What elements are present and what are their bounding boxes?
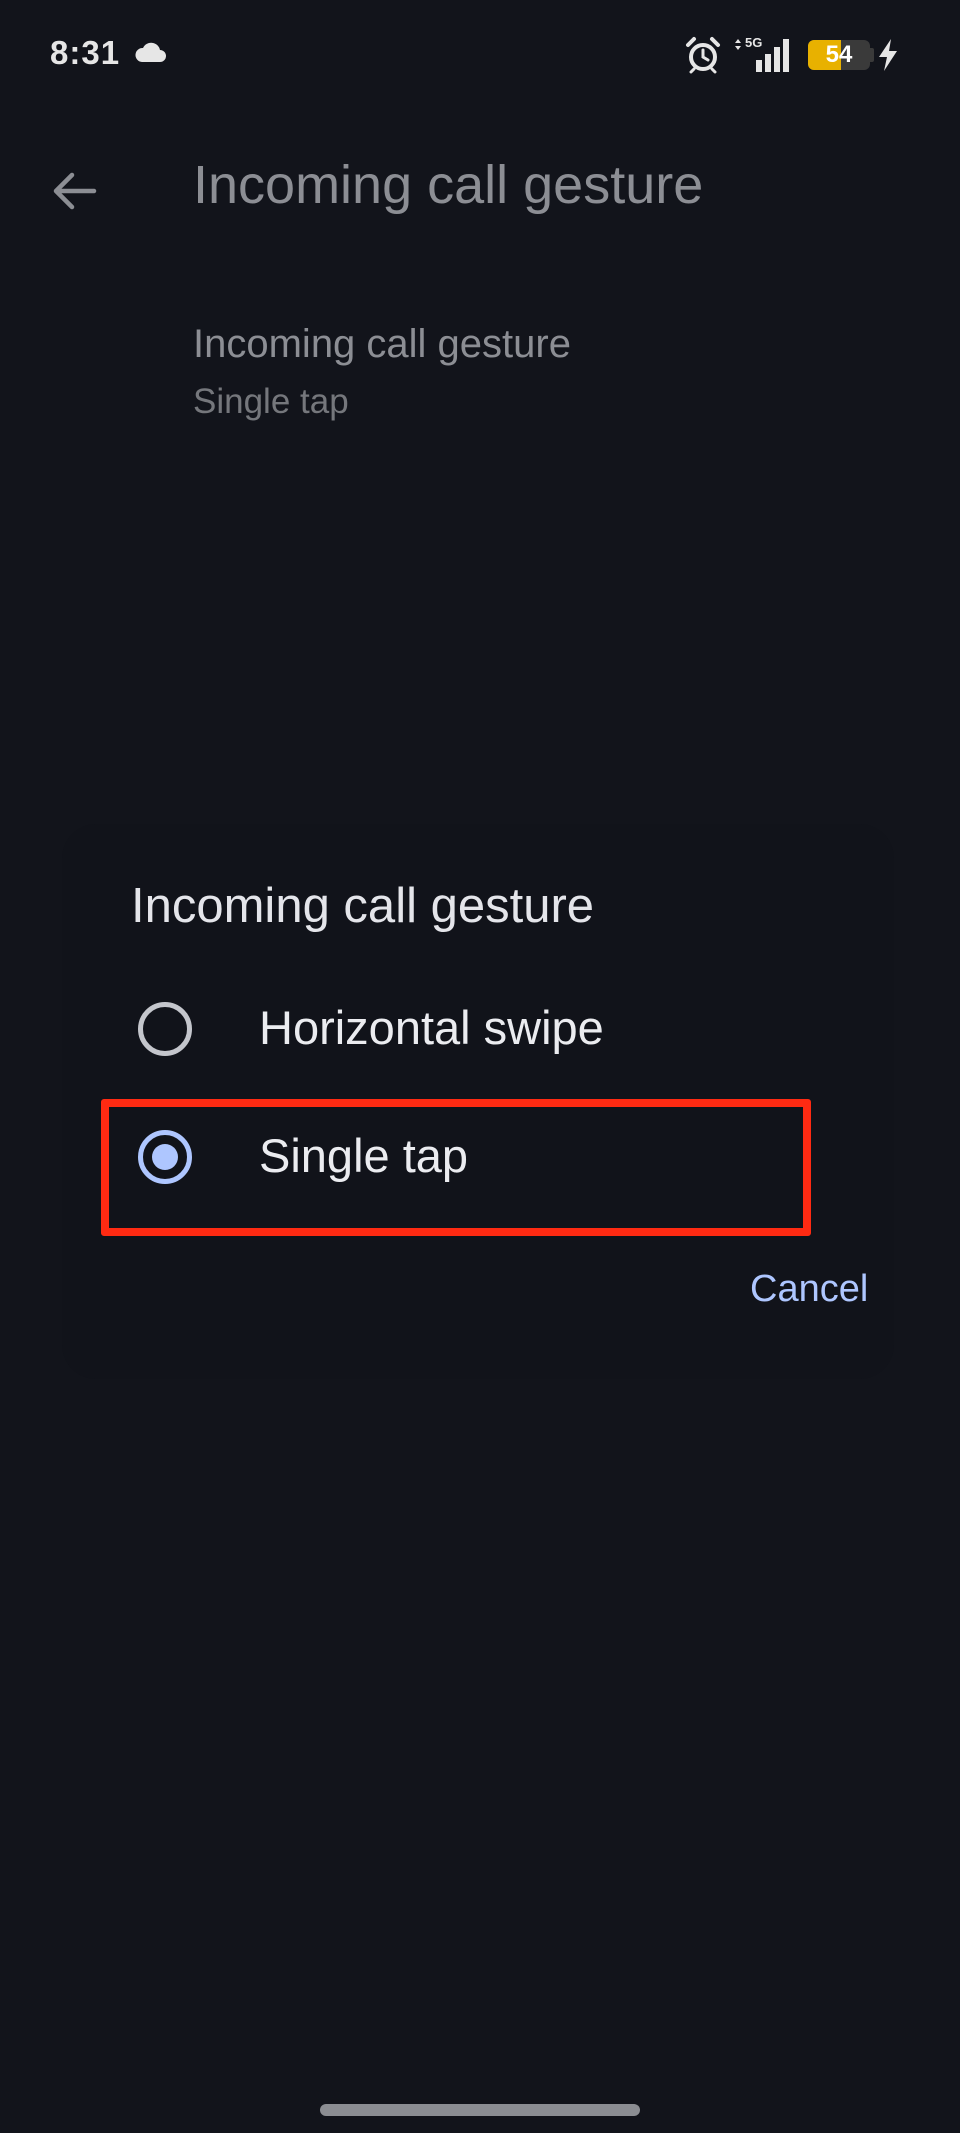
battery-cap: [870, 48, 874, 62]
option-label: Horizontal swipe: [259, 1001, 604, 1054]
status-bar: 8:31 5G 54: [0, 0, 960, 110]
arrow-back-icon: [53, 172, 97, 210]
highlight-box: [101, 1099, 811, 1236]
setting-incoming-call-gesture[interactable]: Incoming call gesture Single tap: [0, 310, 960, 440]
setting-title: Incoming call gesture: [193, 322, 571, 366]
option-horizontal-swipe[interactable]: Horizontal swipe: [102, 974, 802, 1084]
setting-value: Single tap: [193, 382, 349, 421]
cancel-button[interactable]: Cancel: [750, 1268, 868, 1311]
alarm-icon: [686, 37, 720, 74]
gesture-nav-handle[interactable]: [320, 2104, 640, 2116]
back-button[interactable]: [42, 158, 108, 224]
radio-button-unselected[interactable]: [138, 1002, 192, 1056]
charging-bolt-icon: [879, 39, 897, 71]
battery-level: 54: [825, 41, 853, 68]
page-title: Incoming call gesture: [193, 155, 704, 215]
screen: 8:31 5G 54 Incoming call gesture Incomin…: [0, 0, 960, 2133]
signal-icon: 5G: [735, 35, 789, 72]
cloud-icon: [135, 42, 166, 62]
network-type-label: 5G: [745, 35, 762, 50]
battery-icon: 54: [808, 40, 870, 70]
dialog-title: Incoming call gesture: [131, 879, 595, 933]
status-time: 8:31: [50, 34, 121, 71]
